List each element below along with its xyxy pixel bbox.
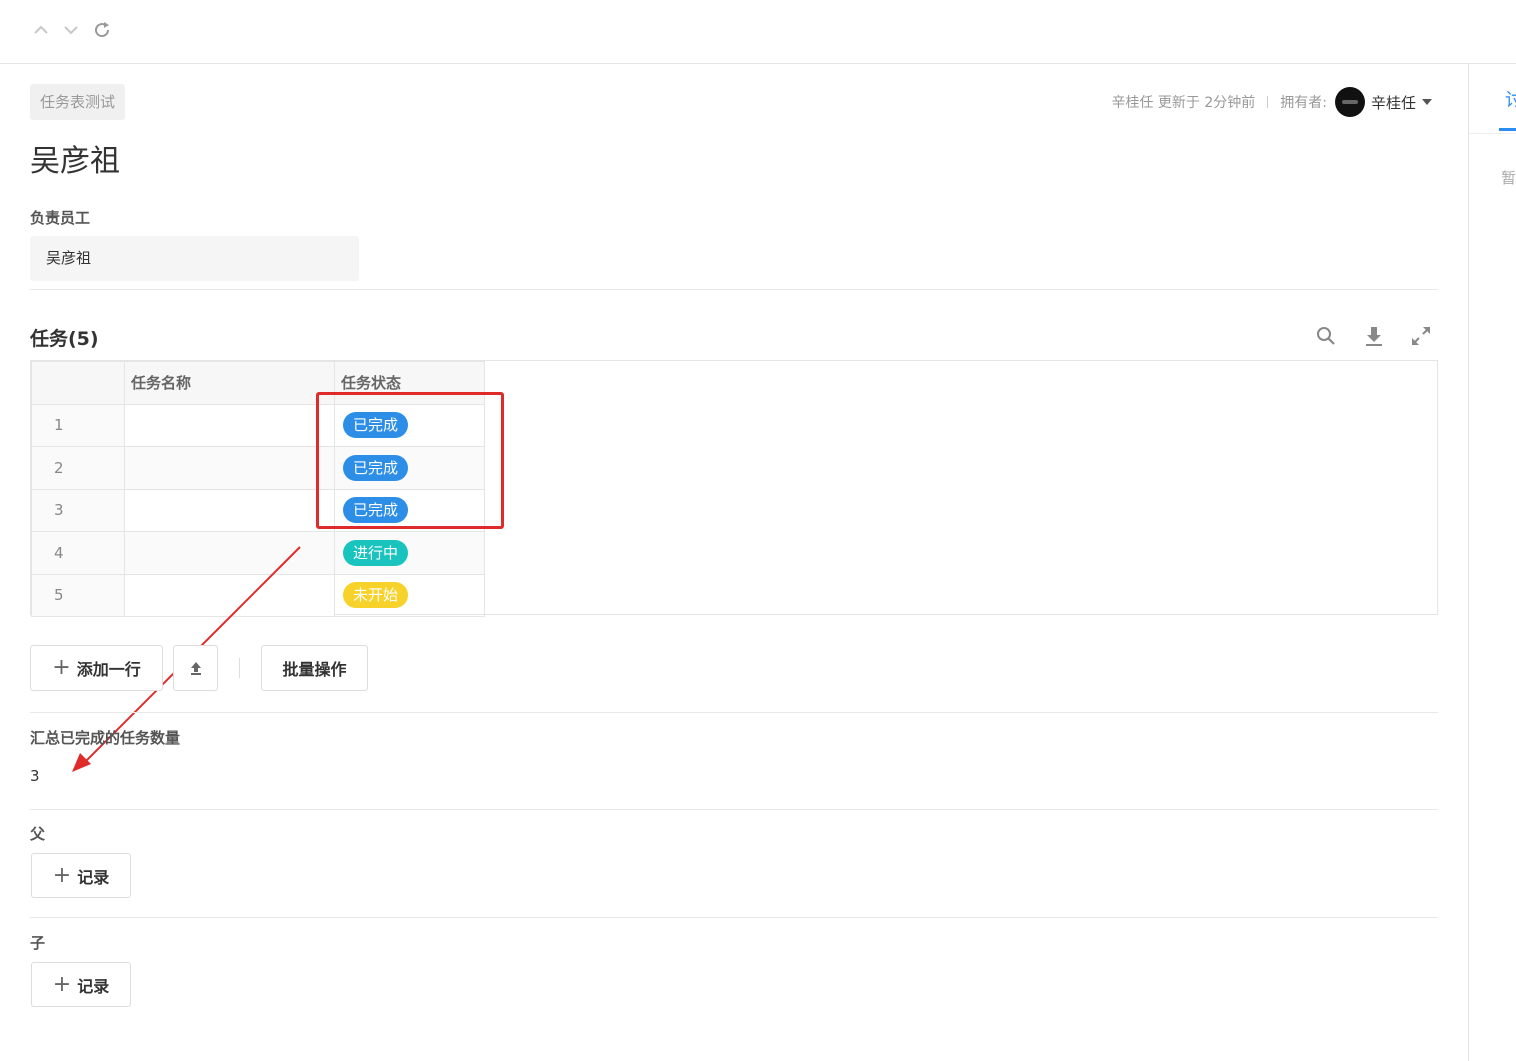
owner-name[interactable]: 辛桂任 [1371, 92, 1416, 113]
index-header [31, 361, 125, 405]
row-index: 4 [31, 531, 125, 575]
task-status-cell[interactable]: 已完成 [334, 446, 485, 490]
add-child-record-button[interactable]: + 记录 [31, 962, 131, 1007]
row-index: 1 [31, 403, 125, 447]
status-badge: 已完成 [343, 412, 409, 439]
page-title: 吴彦祖 [30, 144, 120, 179]
search-icon[interactable] [1314, 324, 1338, 348]
tab-discussion[interactable]: 讨 [1505, 86, 1516, 112]
divider [30, 712, 1438, 713]
record-detail: 任务表测试 辛桂任 更新于 2分钟前 拥有者: 辛桂任 吴彦祖 负责员工 吴彦祖… [0, 64, 1468, 1061]
task-status-cell[interactable]: 进行中 [334, 531, 485, 575]
batch-operation-button[interactable]: 批量操作 [261, 645, 368, 691]
breadcrumb[interactable]: 任务表测试 [30, 84, 126, 120]
row-index: 5 [31, 573, 125, 617]
status-badge: 已完成 [343, 454, 409, 481]
responsible-field[interactable]: 吴彦祖 [30, 236, 359, 281]
table-row[interactable]: 3 已完成 [31, 488, 485, 532]
parent-label: 父 [30, 825, 46, 843]
meta-divider [1267, 96, 1269, 108]
status-badge: 未开始 [343, 582, 409, 609]
chevron-down-icon[interactable] [59, 18, 83, 42]
task-name-cell[interactable] [124, 403, 335, 447]
divider [30, 809, 1438, 810]
divider [1469, 133, 1516, 134]
task-name-cell[interactable] [124, 531, 335, 575]
expand-icon[interactable] [1409, 324, 1433, 348]
row-index: 3 [31, 488, 125, 532]
plus-icon: + [52, 971, 72, 997]
status-badge: 已完成 [343, 497, 409, 524]
toolbar-divider [239, 658, 240, 678]
plus-icon: + [52, 655, 71, 680]
chevron-up-icon[interactable] [29, 18, 53, 42]
side-panel: 讨 暂 [1468, 64, 1516, 1061]
add-parent-record-button[interactable]: + 记录 [31, 853, 131, 898]
task-status-cell[interactable]: 已完成 [334, 488, 485, 532]
add-row-label: 添加一行 [76, 660, 141, 679]
upload-icon[interactable] [173, 645, 218, 691]
record-meta: 辛桂任 更新于 2分钟前 拥有者: 辛桂任 [1111, 86, 1432, 118]
table-row[interactable]: 1 已完成 [31, 403, 485, 447]
responsible-label: 负责员工 [30, 209, 91, 227]
tab-underline [1499, 128, 1516, 131]
divider [30, 917, 1438, 918]
table-header-row: 任务名称 任务状态 [31, 361, 485, 405]
add-row-button[interactable]: + 添加一行 [30, 645, 163, 691]
task-name-cell[interactable] [124, 573, 335, 617]
divider [30, 289, 1438, 290]
refresh-icon[interactable] [90, 18, 114, 42]
task-name-cell[interactable] [124, 488, 335, 532]
add-child-label: 记录 [77, 976, 110, 996]
avatar[interactable] [1334, 87, 1365, 117]
column-header-status[interactable]: 任务状态 [334, 361, 485, 405]
child-label: 子 [30, 934, 46, 952]
task-status-cell[interactable]: 未开始 [334, 573, 485, 617]
task-name-cell[interactable] [124, 446, 335, 490]
tasks-table: 任务名称 任务状态 1 已完成 2 已完成 3 已完成 4 进行中 5 未开始 [30, 360, 1438, 617]
add-parent-label: 记录 [77, 867, 110, 887]
tasks-title: 任务(5) [30, 328, 99, 350]
summary-value: 3 [30, 767, 40, 785]
owner-label: 拥有者: [1280, 95, 1327, 111]
summary-label: 汇总已完成的任务数量 [30, 729, 181, 747]
updated-info: 辛桂任 更新于 2分钟前 [1111, 95, 1256, 111]
task-status-cell[interactable]: 已完成 [334, 403, 485, 447]
empty-text: 暂 [1501, 169, 1516, 187]
row-index: 2 [31, 446, 125, 490]
download-icon[interactable] [1362, 324, 1386, 348]
table-row[interactable]: 2 已完成 [31, 446, 485, 490]
table-row[interactable]: 5 未开始 [31, 573, 485, 617]
column-header-name[interactable]: 任务名称 [124, 361, 335, 405]
plus-icon: + [52, 862, 72, 888]
status-badge: 进行中 [343, 539, 409, 566]
caret-down-icon[interactable] [1422, 99, 1432, 105]
table-row[interactable]: 4 进行中 [31, 531, 485, 575]
top-bar [0, 0, 1516, 64]
